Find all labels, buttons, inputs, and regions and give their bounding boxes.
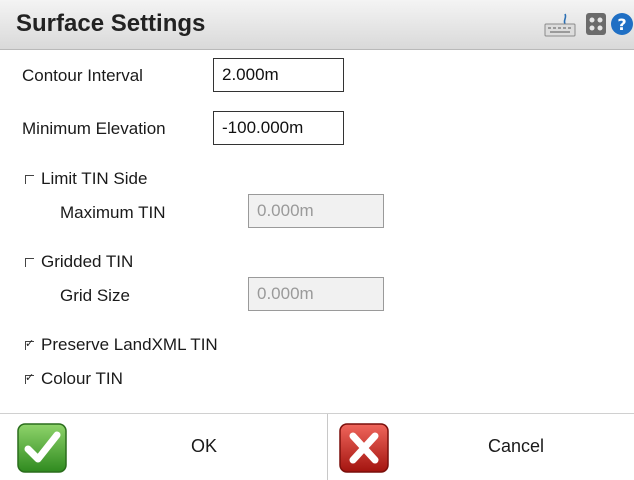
window-title: Surface Settings <box>16 10 206 37</box>
title-bar: Surface Settings ? <box>0 0 634 50</box>
red-x-icon <box>338 422 390 474</box>
preserve-landxml-tin-label: Preserve LandXML TIN <box>41 335 218 354</box>
maximum-tin-label: Maximum TIN <box>60 203 166 222</box>
limit-tin-side-label: Limit TIN Side <box>41 169 148 188</box>
grid-size-label: Grid Size <box>60 286 130 305</box>
footer-bar: OK Cancel <box>0 413 634 480</box>
checkmark-icon: ✓ <box>25 337 35 350</box>
cancel-label: Cancel <box>488 436 545 456</box>
app-grid-icon[interactable] <box>585 12 607 41</box>
keyboard-icon[interactable] <box>543 12 577 43</box>
limit-tin-side-checkbox[interactable] <box>25 175 34 184</box>
colour-tin-checkbox[interactable]: ✓ <box>25 371 35 384</box>
gridded-tin-label: Gridded TIN <box>41 252 134 271</box>
contour-interval-label: Contour Interval <box>22 66 143 85</box>
checkmark-icon: ✓ <box>25 371 35 384</box>
surface-settings-window: Surface Settings ? Contour Interval 2.00… <box>0 0 634 480</box>
contour-interval-input[interactable] <box>213 58 344 92</box>
maximum-tin-input[interactable] <box>248 194 384 228</box>
ok-label: OK <box>191 436 218 456</box>
gridded-tin-checkbox[interactable] <box>25 258 34 267</box>
preserve-landxml-tin-checkbox[interactable]: ✓ <box>25 337 35 350</box>
minimum-elevation-label: Minimum Elevation <box>22 119 166 138</box>
help-icon[interactable]: ? <box>610 12 634 41</box>
cancel-button[interactable]: Cancel <box>328 414 634 480</box>
green-check-icon <box>16 422 68 474</box>
colour-tin-label: Colour TIN <box>41 369 123 388</box>
grid-size-input[interactable] <box>248 277 384 311</box>
svg-text:?: ? <box>617 15 626 34</box>
minimum-elevation-input[interactable] <box>213 111 344 145</box>
ok-button[interactable]: OK <box>0 414 328 480</box>
